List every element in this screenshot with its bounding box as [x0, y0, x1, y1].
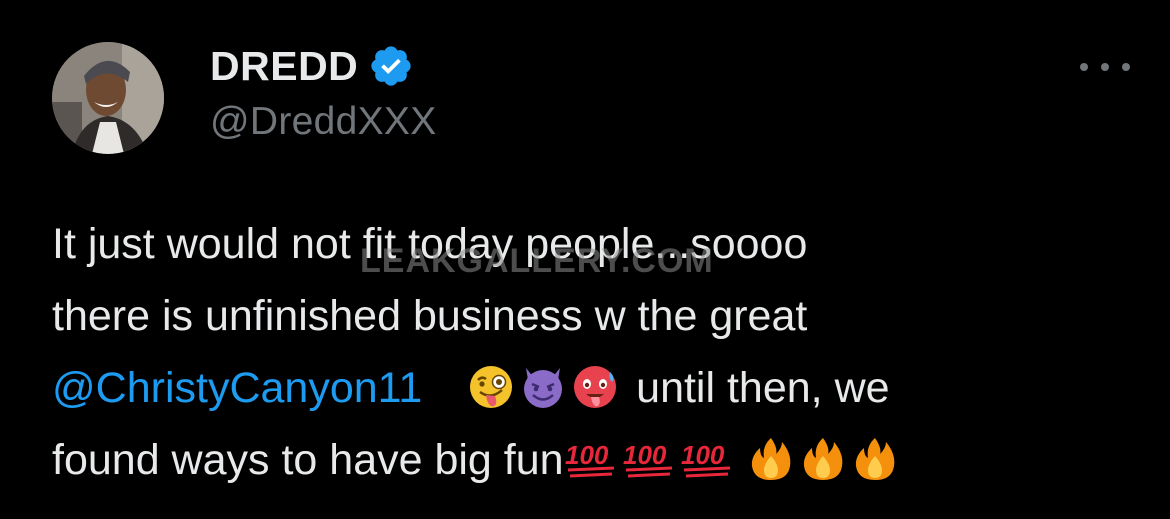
mention-link[interactable]: @ChristyCanyon11: [52, 364, 422, 412]
more-options-icon[interactable]: [1080, 52, 1130, 82]
tweet-line-2: there is unfinished business w the great: [52, 292, 808, 340]
hundred-points-icon: 100: [622, 436, 678, 482]
tweet-line-4-text: found ways to have big fun: [52, 436, 564, 484]
winking-face-with-tongue-icon: [468, 364, 514, 410]
avatar[interactable]: [52, 42, 164, 154]
display-name-row: DREDD: [210, 40, 414, 92]
svg-text:100: 100: [565, 440, 609, 470]
hundred-points-icon: 100: [564, 436, 620, 482]
smiling-face-with-horns-icon: [520, 364, 566, 410]
fire-icon: [748, 436, 794, 482]
hot-face-icon: [572, 364, 618, 410]
svg-text:100: 100: [681, 440, 725, 470]
tweet: DREDD @DreddXXX It just would not fit to…: [0, 0, 1170, 519]
avatar-image: [52, 42, 164, 154]
handle[interactable]: @DreddXXX: [210, 100, 437, 144]
tweet-text: It just would not fit today people...soo…: [52, 208, 1152, 496]
tweet-line-1: It just would not fit today people...soo…: [52, 220, 808, 268]
tweet-line-3: @ChristyCanyon11 until then, we: [52, 352, 1152, 424]
tweet-line-4: found ways to have big fun 100 100 100: [52, 424, 1152, 496]
dot-icon: [1101, 63, 1109, 71]
hundred-points-icon: 100: [680, 436, 736, 482]
dot-icon: [1122, 63, 1130, 71]
svg-text:100: 100: [623, 440, 667, 470]
fire-icon: [800, 436, 846, 482]
fire-icon: [852, 436, 898, 482]
display-name[interactable]: DREDD: [210, 43, 358, 90]
tweet-line-3-text: until then, we: [636, 364, 890, 412]
verified-badge-icon: [371, 46, 411, 86]
dot-icon: [1080, 63, 1088, 71]
